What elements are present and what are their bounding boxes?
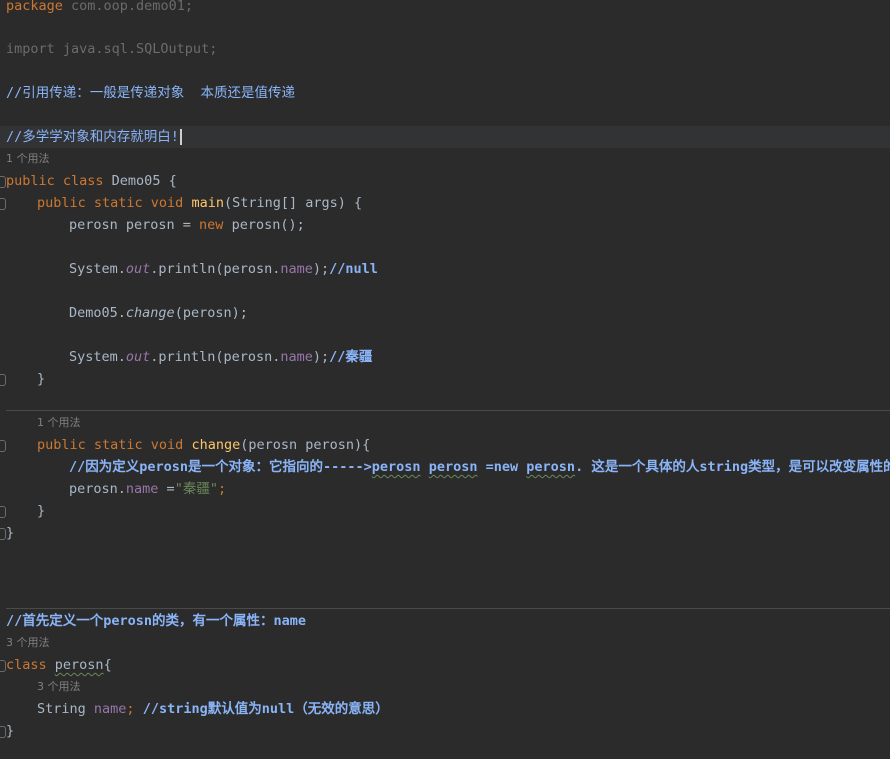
code-text: Demo05. [69,305,126,321]
comment-typo: perosn [526,459,576,475]
comment: //引用传递：一般是传递对象 本质还是值传递 [6,85,296,101]
code-editor[interactable]: package com.oop.demo01; import java.sql.… [0,0,890,759]
code-line-print1: System.out.println(perosn.name);//null [69,258,378,280]
field-ref: name [280,261,313,277]
code-line-comment-define: //首先定义一个perosn的类，有一个属性：name [6,610,306,632]
brace: { [103,657,112,673]
comment: //秦疆 [329,349,373,365]
field-name: name [93,701,127,717]
package-name: com.oop.demo01; [62,0,193,14]
code-line-change-comment: //因为定义perosn是一个对象：它指向的----->perosn peros… [69,456,890,478]
text-caret [179,129,182,145]
method-params: (String[] args) { [223,195,363,211]
comment: =new [477,459,527,475]
code-text: = [158,481,175,497]
brace: } [37,371,46,387]
method-separator [6,410,890,411]
code-text: ); [312,349,330,365]
code-line-class-perosn: class perosn{ [6,654,112,676]
keyword: package [6,0,63,14]
comment: . 这是一个具体的人string类型，是可以改变属性的！ [575,459,890,475]
usage-hint-field[interactable]: 3 个用法 [37,678,81,696]
code-text: (perosn); [174,305,248,321]
method-name: main [191,195,224,211]
import-statement: import java.sql.SQLOutput; [6,41,218,57]
type-name: String [37,701,94,717]
code-text: perosn. [69,481,126,497]
usage-hint-perosn[interactable]: 3 个用法 [6,634,50,652]
code-line-new-perosn: perosn perosn = new perosn(); [69,214,305,236]
keyword: class [6,657,47,673]
string-literal: "秦疆" [174,481,218,497]
comment-typo: perosn [371,459,421,475]
method-params: (perosn perosn){ [240,437,371,453]
keyword: public class [6,173,104,189]
static-field: out [125,349,151,365]
comment: //多学学对象和内存就明白! [6,129,179,145]
code-line-close-main: } [37,368,45,390]
code-text: perosn(); [223,217,305,233]
method-name: change [191,437,241,453]
code-text: .println(perosn. [150,261,281,277]
code-line-comment-reference: //引用传递：一般是传递对象 本质还是值传递 [6,82,295,104]
keyword: public static void [37,195,184,211]
field-ref: name [280,349,313,365]
semicolon: ; [126,701,135,717]
comment: //null [329,261,378,277]
code-line-assign-name: perosn.name ="秦疆"; [69,478,226,500]
semicolon: ; [217,481,227,497]
code-line-main-decl: public static void main(String[] args) { [37,192,362,214]
method-call: change [125,305,175,321]
code-text: perosn perosn = [69,217,200,233]
class-separator [6,608,890,609]
brace: } [37,503,46,519]
usage-hint-demo05[interactable]: 1 个用法 [6,150,50,168]
code-line-print2: System.out.println(perosn.name);//秦疆 [69,346,372,368]
code-line-comment-learn: //多学学对象和内存就明白! [6,126,182,148]
code-line-import: import java.sql.SQLOutput; [6,38,217,60]
code-line-call-change: Demo05.change(perosn); [69,302,248,324]
fold-marker-icon[interactable] [0,374,6,386]
code-line-close-perosn: } [6,720,14,742]
code-line-change-decl: public static void change(perosn perosn)… [37,434,370,456]
usage-hint-change[interactable]: 1 个用法 [37,414,81,432]
comment: //因为定义perosn是一个对象：它指向的-----> [69,459,372,475]
comment-typo: perosn [428,459,478,475]
class-name: Demo05 { [103,173,177,189]
brace: } [6,723,15,739]
comment: //首先定义一个perosn的类，有一个属性：name [6,613,307,629]
keyword: new [199,217,224,233]
code-line-close-class: } [6,522,14,544]
fold-marker-icon[interactable] [0,506,6,518]
brace: } [6,525,15,541]
class-name: perosn [54,657,104,673]
fold-marker-icon[interactable] [0,440,6,452]
code-line-class-demo05: public class Demo05 { [6,170,177,192]
static-field: out [125,261,151,277]
code-line-field-name: String name; //string默认值为null（无效的意思） [37,698,389,720]
code-text: System. [69,261,126,277]
code-text: System. [69,349,126,365]
comment: //string默认值为null（无效的意思） [142,701,389,717]
field-ref: name [125,481,159,497]
code-text: ); [312,261,330,277]
keyword: public static void [37,437,184,453]
code-line-package: package com.oop.demo01; [6,0,193,17]
code-line-close-change: } [37,500,45,522]
fold-marker-icon[interactable] [0,198,6,210]
code-text: .println(perosn. [150,349,281,365]
